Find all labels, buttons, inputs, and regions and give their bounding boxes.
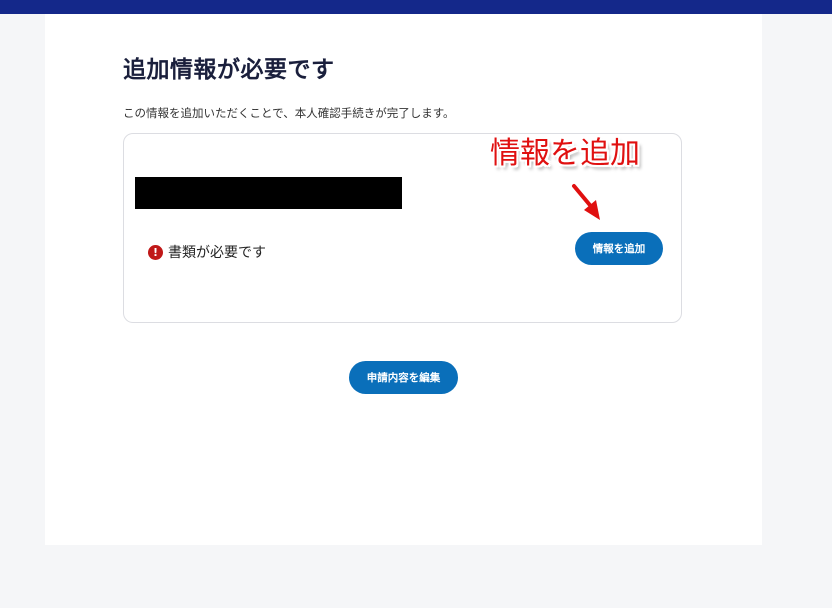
add-info-button[interactable]: 情報を追加 bbox=[575, 232, 663, 265]
status-text: 書類が必要です bbox=[168, 245, 266, 261]
page-title: 追加情報が必要です bbox=[123, 57, 335, 83]
status-message: ! 書類が必要です bbox=[148, 242, 266, 262]
annotation-arrow-icon bbox=[572, 184, 600, 220]
page-description: この情報を追加いただくことで、本人確認手続きが完了します。 bbox=[123, 106, 455, 120]
top-header-bar bbox=[0, 0, 832, 14]
exclamation-circle-icon: ! bbox=[148, 244, 163, 260]
edit-application-button[interactable]: 申請内容を編集 bbox=[349, 361, 458, 394]
redacted-block bbox=[135, 177, 402, 209]
annotation-label: 情報を追加 bbox=[490, 136, 640, 171]
